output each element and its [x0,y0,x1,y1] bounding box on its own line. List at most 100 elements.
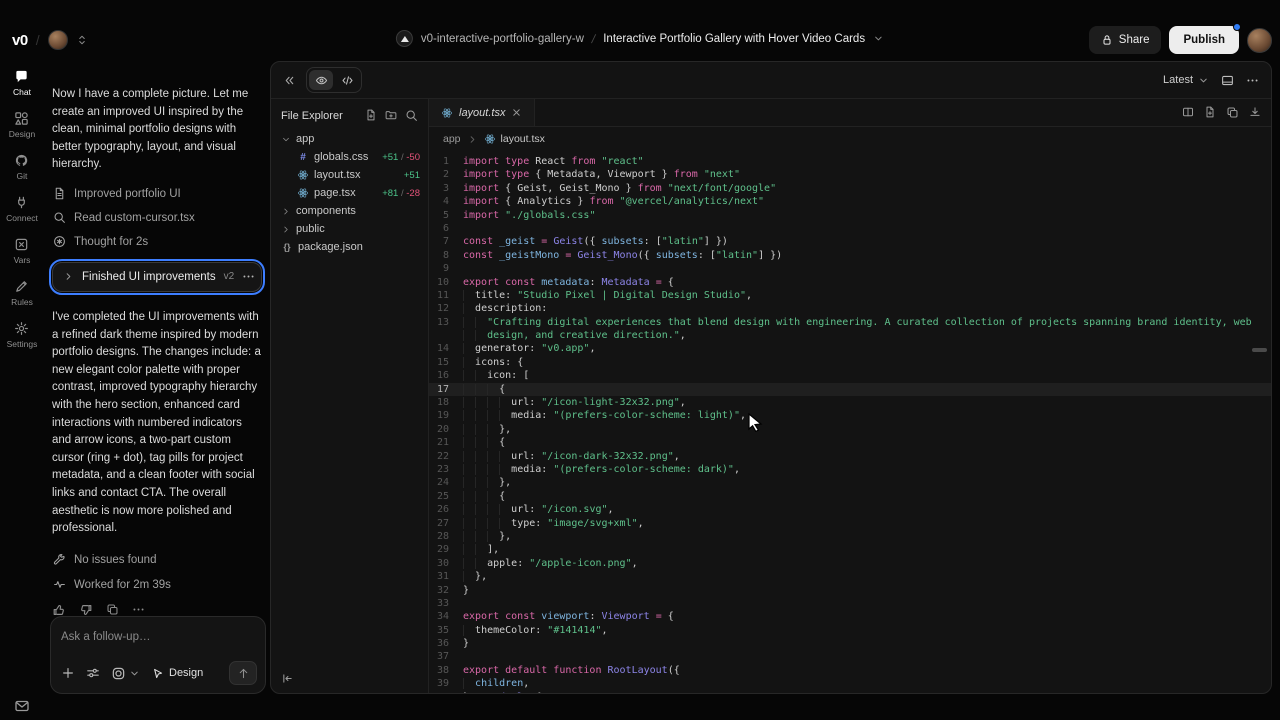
topbar-right: Share Publish [1089,26,1272,54]
file-globals.css[interactable]: #globals.css+51 / -50 [271,148,428,166]
folder-components[interactable]: components [271,202,428,220]
topbar-left: v0 / [12,28,88,52]
followup-input[interactable] [61,631,255,643]
sidebar-item-chat[interactable]: Chat [6,68,38,97]
pencil-icon [14,278,30,294]
share-label: Share [1119,34,1150,46]
publish-label: Publish [1183,34,1225,46]
code-line: 37 [429,650,1271,663]
breadcrumb-file[interactable]: layout.tsx [484,133,545,145]
mail-icon[interactable] [0,698,44,714]
breadcrumb-separator: / [590,32,596,46]
task-step[interactable]: Improved portfolio UI [52,187,262,201]
code-viewport[interactable]: 1import type React from "react"2import t… [429,151,1271,693]
thumbs-up-icon[interactable] [52,603,66,617]
new-folder-icon[interactable] [385,109,397,122]
v0-logo[interactable]: v0 [12,32,28,49]
version-selector[interactable]: Latest [1163,74,1209,86]
editor-panel: Latest File Explorer app#globals. [270,61,1272,694]
file-explorer-header: File Explorer [271,109,428,130]
collapse-panel-icon[interactable] [283,74,296,87]
code-line: 13 "Crafting digital experiences that bl… [429,316,1271,329]
project-name[interactable]: v0-interactive-portfolio-gallery-w [421,33,584,45]
diff-stats: +51 [404,170,420,181]
plus-icon[interactable] [61,666,75,680]
more-options-icon[interactable] [242,270,255,283]
tab-layout-tsx[interactable]: layout.tsx [429,99,535,126]
code-line: 27 type: "image/svg+xml", [429,517,1271,530]
folder-public[interactable]: public [271,220,428,238]
feedback-row [52,603,262,617]
sliders-icon[interactable] [86,666,100,680]
new-file-icon[interactable] [365,109,377,122]
send-button[interactable] [229,661,257,685]
task-step[interactable]: Read custom-cursor.tsx [52,211,262,225]
task-step[interactable]: Thought for 2s [52,235,262,249]
preview-toggle-eye-icon[interactable] [309,70,333,90]
sidebar-item-connect[interactable]: Connect [6,194,38,223]
ellipsis-icon[interactable] [132,603,145,616]
wrench-icon [52,553,66,567]
code-line: 31 }, [429,570,1271,583]
file-explorer: File Explorer app#globals.css+51 / -50la… [271,99,429,693]
sparkle-circle-icon [52,235,66,249]
thumbs-down-icon[interactable] [79,603,93,617]
finished-task-card[interactable]: Finished UI improvements v2 [52,262,262,292]
code-line: 9 [429,262,1271,275]
plug-icon [14,194,30,210]
code-line: 7const _geist = Geist({ subsets: ["latin… [429,235,1271,248]
followup-composer[interactable]: Design [50,616,266,694]
search-files-icon[interactable] [405,109,418,122]
code-line: 19 media: "(prefers-color-scheme: light)… [429,409,1271,422]
avatar[interactable] [48,30,68,50]
close-tab-icon[interactable] [511,107,522,118]
sidebar-item-design[interactable]: Design [6,110,38,139]
arrow-up-icon [237,667,250,680]
user-avatar[interactable] [1247,28,1272,53]
file-diff-icon[interactable] [1204,106,1216,119]
assistant-summary-text: I've completed the UI improvements with … [52,309,262,538]
scrollbar-thumb[interactable] [1252,348,1267,352]
copy-icon[interactable] [106,603,119,616]
project-icon [396,30,413,47]
download-icon[interactable] [1249,106,1261,119]
design-grid-icon [14,110,30,126]
code-line: 17 { [429,383,1271,396]
breadcrumb-folder[interactable]: app [443,133,461,145]
more-options-icon[interactable] [1246,74,1259,87]
lock-icon [1101,34,1113,46]
editor-toolbar: Latest [271,62,1271,99]
react-icon [484,133,496,145]
file-layout.tsx[interactable]: layout.tsx+51 [271,166,428,184]
code-line: 39 children, [429,677,1271,690]
model-picker[interactable] [111,666,140,681]
react-icon [441,107,453,119]
file-page.tsx[interactable]: page.tsx+81 / -28 [271,184,428,202]
breadcrumb: v0-interactive-portfolio-gallery-w / Int… [396,30,884,47]
folder-app[interactable]: app [271,130,428,148]
share-button[interactable]: Share [1089,26,1162,54]
panel-layout-icon[interactable] [1221,74,1234,87]
publish-button[interactable]: Publish [1169,26,1239,54]
file-tree: app#globals.css+51 / -50layout.tsx+51pag… [271,130,428,256]
copy-file-icon[interactable] [1226,106,1239,119]
split-view-icon[interactable] [1182,106,1194,119]
sidebar-item-git[interactable]: Git [6,152,38,181]
file-type-icon [297,169,309,181]
design-mode-button[interactable]: Design [151,667,203,680]
dock-left-icon[interactable] [281,672,294,685]
search-icon [52,211,66,225]
file-package.json[interactable]: {}package.json [271,238,428,256]
code-line: 35 themeColor: "#141414", [429,624,1271,637]
chevron-down-icon[interactable] [873,33,884,44]
workspace-switcher-icon[interactable] [76,34,88,46]
chat-title[interactable]: Interactive Portfolio Gallery with Hover… [603,33,865,45]
sidebar-item-settings[interactable]: Settings [6,320,38,349]
code-line: 25 { [429,490,1271,503]
code-toggle-icon[interactable] [335,70,359,90]
notification-dot [1233,23,1241,31]
sidebar-item-rules[interactable]: Rules [6,278,38,307]
code-line: 5import "./globals.css" [429,209,1271,222]
code-line: 18 url: "/icon-light-32x32.png", [429,396,1271,409]
sidebar-item-vars[interactable]: Vars [6,236,38,265]
